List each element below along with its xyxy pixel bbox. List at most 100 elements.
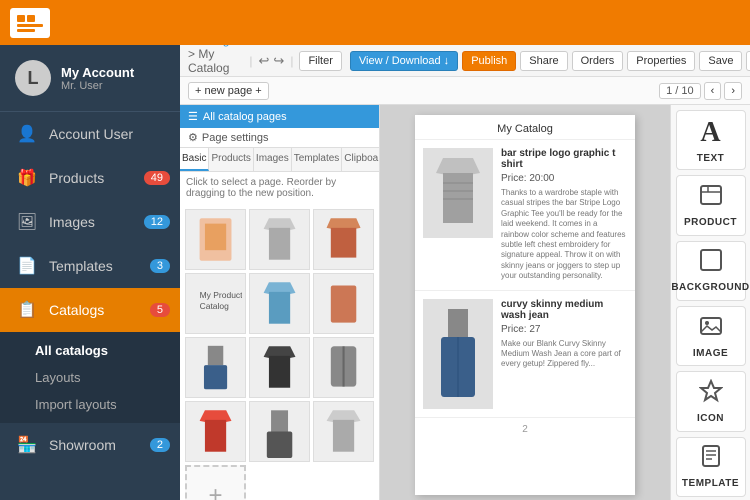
product-tool-label: PRODUCT xyxy=(684,217,737,228)
sidebar-item-images[interactable]: 🖼 Images 12 xyxy=(0,200,180,244)
subnav-import-layouts[interactable]: Import layouts xyxy=(20,391,180,418)
editor-area: ☰ All catalog pages ⚙ Page settings Basi… xyxy=(180,105,750,500)
product-thumb-8[interactable] xyxy=(249,337,310,398)
add-page-button[interactable]: + new page + xyxy=(188,82,269,100)
next-page-button[interactable]: › xyxy=(724,82,742,100)
product-price-2: Price: 27 xyxy=(501,324,627,335)
product-thumb-4[interactable]: My ProductCatalog xyxy=(185,273,246,334)
settings-icon: ⚙ xyxy=(188,131,198,144)
redo-icon[interactable]: ↪ xyxy=(273,53,284,69)
product-entry-1: bar stripe logo graphic t shirt Price: 2… xyxy=(415,140,635,291)
sidebar-item-showroom[interactable]: 🏪 Showroom 2 xyxy=(0,423,180,467)
icon-tool-icon xyxy=(699,379,723,409)
toolbar: Catalogs > My Catalog Draft | ↩ ↪ | Filt… xyxy=(180,45,750,77)
page-settings-label: Page settings xyxy=(202,132,269,144)
sidebar-item-catalogs[interactable]: 📋 Catalogs 5 xyxy=(0,288,180,332)
showroom-badge: 2 xyxy=(150,438,170,452)
catalog-panel: ☰ All catalog pages ⚙ Page settings Basi… xyxy=(180,105,380,500)
product-thumb-6[interactable] xyxy=(313,273,374,334)
canvas-area: My Catalog xyxy=(380,105,670,500)
filter-button[interactable]: Filter xyxy=(299,51,341,71)
sidebar-item-account-user[interactable]: 👤 Account User xyxy=(0,112,180,156)
product-thumb-2[interactable] xyxy=(249,209,310,270)
tab-templates[interactable]: Templates xyxy=(292,148,343,171)
sidebar-item-templates[interactable]: 📄 Templates 3 xyxy=(0,244,180,288)
image-tool-label: IMAGE xyxy=(693,348,728,359)
account-name: My Account xyxy=(61,65,134,80)
catalog-panel-header: ☰ All catalog pages xyxy=(180,105,379,128)
product-thumb-1[interactable] xyxy=(185,209,246,270)
template-tool-label: TEMPLATE xyxy=(682,478,739,489)
tab-basic[interactable]: Basic xyxy=(180,148,209,171)
add-product-button[interactable]: + xyxy=(185,465,246,500)
product-tool-icon xyxy=(699,183,723,213)
account-user-icon: 👤 xyxy=(15,124,39,144)
catalog-icon: ☰ xyxy=(188,110,198,123)
subnav-layouts[interactable]: Layouts xyxy=(20,364,180,391)
orders-button[interactable]: Orders xyxy=(572,51,624,71)
click-hint: Click to select a page. Reorder by dragg… xyxy=(180,172,379,204)
top-bar xyxy=(0,0,750,45)
content-area: Catalogs > My Catalog Draft | ↩ ↪ | Filt… xyxy=(180,45,750,500)
templates-badge: 3 xyxy=(150,259,170,273)
sidebar-item-products[interactable]: 🎁 Products 49 xyxy=(0,156,180,200)
product-price-1: Price: 20:00 xyxy=(501,173,627,184)
right-tool-icon[interactable]: ICON xyxy=(676,371,746,431)
share-button[interactable]: Share xyxy=(520,51,567,71)
catalogs-badge: 5 xyxy=(150,303,170,317)
product-thumb-3[interactable] xyxy=(313,209,374,270)
product-title-2: curvy skinny medium wash jean xyxy=(501,299,627,321)
catalog-tabs: Basic Products Images Templates Clipboa.… xyxy=(180,148,379,172)
svg-text:Catalog: Catalog xyxy=(200,301,230,311)
product-image-2 xyxy=(423,299,493,409)
product-info-2: curvy skinny medium wash jean Price: 27 … xyxy=(501,299,627,409)
save-button[interactable]: Save xyxy=(699,51,742,71)
catalogs-icon: 📋 xyxy=(15,300,39,320)
page-settings-bar: ⚙ Page settings xyxy=(180,128,379,148)
templates-icon: 📄 xyxy=(15,256,39,276)
product-desc-2: Make our Blank Curvy Skinny Medium Wash … xyxy=(501,339,627,370)
product-thumb-7[interactable] xyxy=(185,337,246,398)
main-layout: L My Account Mr. User 👤 Account User 🎁 P… xyxy=(0,45,750,500)
product-thumb-12[interactable] xyxy=(313,401,374,462)
help-button[interactable]: Help xyxy=(746,51,750,71)
sidebar: L My Account Mr. User 👤 Account User 🎁 P… xyxy=(0,45,180,500)
tab-clipbo[interactable]: Clipboa... xyxy=(342,148,380,171)
product-desc-1: Thanks to a wardrobe staple with casual … xyxy=(501,188,627,282)
template-tool-icon xyxy=(699,444,723,474)
product-info-1: bar stripe logo graphic t shirt Price: 2… xyxy=(501,148,627,282)
right-tool-template[interactable]: TEMPLATE xyxy=(676,437,746,497)
products-icon: 🎁 xyxy=(15,168,39,188)
account-section[interactable]: L My Account Mr. User xyxy=(0,45,180,112)
tab-images[interactable]: Images xyxy=(254,148,292,171)
right-tool-image[interactable]: IMAGE xyxy=(676,306,746,366)
icon-tool-label: ICON xyxy=(697,413,724,424)
product-thumb-9[interactable] xyxy=(313,337,374,398)
canvas-title: My Catalog xyxy=(415,115,635,140)
page-info: 1 / 10 xyxy=(659,83,701,99)
product-thumb-11[interactable] xyxy=(249,401,310,462)
sub-nav: All catalogs Layouts Import layouts xyxy=(0,332,180,423)
avatar: L xyxy=(15,60,51,96)
product-entry-2: curvy skinny medium wash jean Price: 27 … xyxy=(415,291,635,418)
all-catalog-pages-label: All catalog pages xyxy=(203,111,287,123)
undo-icon[interactable]: ↩ xyxy=(259,53,270,69)
svg-text:My Product: My Product xyxy=(200,290,242,300)
view-download-button[interactable]: View / Download ↓ xyxy=(350,51,458,71)
logo[interactable] xyxy=(10,8,50,38)
right-tool-text[interactable]: A TEXT xyxy=(676,110,746,170)
text-tool-icon: A xyxy=(700,117,720,149)
background-tool-label: BACKGROUND xyxy=(671,282,749,293)
tab-products[interactable]: Products xyxy=(209,148,253,171)
page-canvas: My Catalog xyxy=(415,115,635,495)
images-badge: 12 xyxy=(144,215,170,229)
publish-button[interactable]: Publish xyxy=(462,51,516,71)
product-thumb-10[interactable] xyxy=(185,401,246,462)
properties-button[interactable]: Properties xyxy=(627,51,695,71)
prev-page-button[interactable]: ‹ xyxy=(704,82,722,100)
product-thumb-5[interactable] xyxy=(249,273,310,334)
right-tool-product[interactable]: PRODUCT xyxy=(676,175,746,235)
subnav-all-catalogs[interactable]: All catalogs xyxy=(20,337,180,364)
right-tool-background[interactable]: BACKGROUND xyxy=(676,241,746,301)
product-grid: My ProductCatalog xyxy=(180,204,379,500)
